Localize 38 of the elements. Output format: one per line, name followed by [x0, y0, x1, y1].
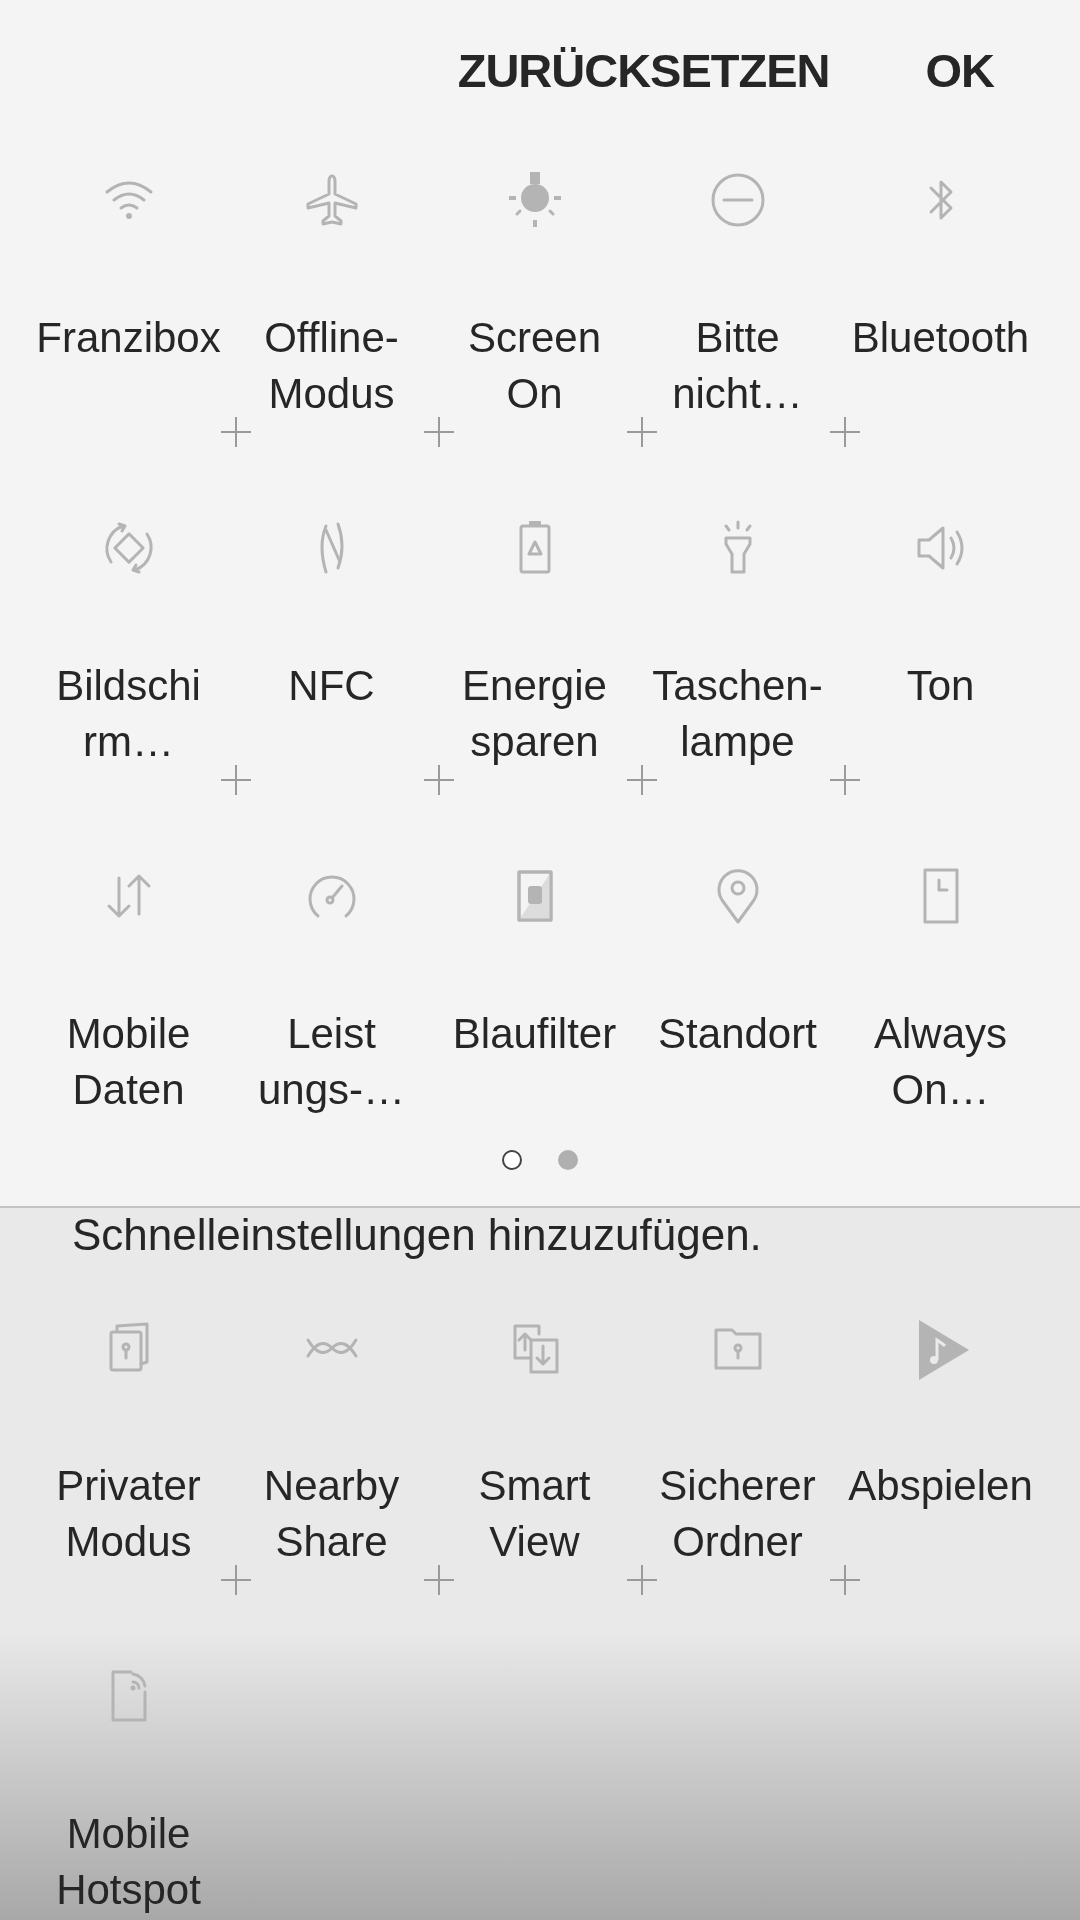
plus-icon [830, 417, 860, 447]
tile-label[interactable]: Offline- Modus [264, 310, 399, 422]
tile-label[interactable]: NFC [288, 658, 375, 714]
tile-label[interactable]: Always On… [873, 1006, 1007, 1118]
plus-icon [221, 1565, 251, 1595]
page-indicator-dot[interactable] [502, 1150, 522, 1170]
plus-icon [627, 765, 657, 795]
plus-icon [627, 417, 657, 447]
tile-label[interactable]: Leist ungs-… [257, 1006, 406, 1118]
tile-label[interactable]: Mobile Hotspot [56, 1806, 201, 1918]
tile-label[interactable]: Bluetooth [851, 310, 1030, 366]
tile-label[interactable]: Sicherer Ordner [659, 1458, 816, 1570]
tile-label[interactable]: Bildschi rm… [56, 658, 201, 770]
hint-text: Schnelleinstellungen hinzuzufügen. [72, 1210, 762, 1259]
page-indicator-dot[interactable] [558, 1150, 578, 1170]
plus-icon [221, 765, 251, 795]
plus-icon [627, 1565, 657, 1595]
tile-label[interactable]: Standort [658, 1006, 817, 1062]
tile-label[interactable]: Abspielen [848, 1458, 1033, 1514]
tile-label[interactable]: Franzibox [36, 310, 221, 366]
tile-label[interactable]: Bitte nicht… [672, 310, 803, 422]
tile-label[interactable]: Screen On [467, 310, 602, 422]
plus-icon [424, 765, 454, 795]
tile-label[interactable]: Ton [906, 658, 975, 714]
plus-icon [830, 765, 860, 795]
tile-label[interactable]: Nearby Share [263, 1458, 400, 1570]
tile-label[interactable]: Taschen- lampe [652, 658, 823, 770]
tile-label[interactable]: Mobile Daten [66, 1006, 191, 1118]
header-button[interactable]: OK [925, 42, 994, 98]
plus-icon [830, 1565, 860, 1595]
tile-label[interactable]: Privater Modus [56, 1458, 201, 1570]
tile-label[interactable]: Energie sparen [462, 658, 607, 770]
tile-label[interactable]: Blaufilter [452, 1006, 617, 1062]
tile-label[interactable]: Smart View [478, 1458, 591, 1570]
plus-icon [424, 1565, 454, 1595]
header-button[interactable]: ZURÜCKSETZEN [457, 42, 830, 98]
plus-icon [424, 417, 454, 447]
plus-icon [221, 417, 251, 447]
